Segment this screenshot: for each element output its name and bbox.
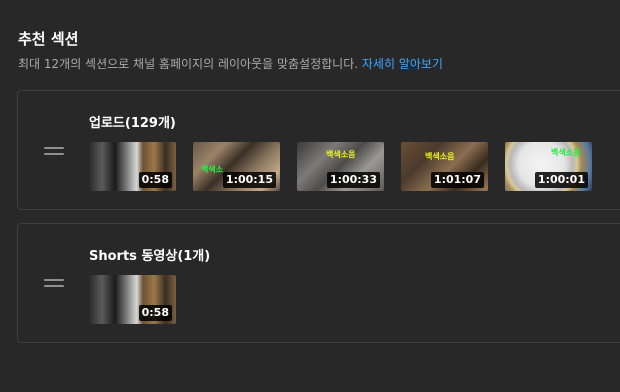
drag-handle-icon[interactable] (44, 147, 64, 159)
section-title: 업로드(129개) (89, 116, 176, 131)
thumbnail-overlay-text: 백색소음 (551, 148, 581, 157)
video-duration: 1:00:33 (326, 172, 380, 188)
page-title: 추천 섹션 (18, 30, 79, 48)
video-duration: 1:00:01 (534, 172, 588, 188)
thumbnail-overlay-text: 백색소음 (425, 152, 455, 161)
drag-handle-icon[interactable] (44, 279, 64, 291)
video-duration: 1:01:07 (430, 172, 484, 188)
section-title: Shorts 동영상(1개) (89, 249, 211, 264)
description-text: 최대 12개의 섹션으로 채널 홈페이지의 레이아웃을 맞춤설정합니다. (18, 57, 362, 71)
section-card-shorts[interactable]: Shorts 동영상(1개) 0:58 (17, 223, 620, 343)
page-description: 최대 12개의 섹션으로 채널 홈페이지의 레이아웃을 맞춤설정합니다. 자세히… (18, 55, 443, 72)
learn-more-link[interactable]: 자세히 알아보기 (362, 57, 443, 71)
video-thumbnail[interactable]: 0:58 (89, 142, 176, 191)
video-thumbnail[interactable]: 백색소 1:00:15 (193, 142, 280, 191)
video-thumbnail[interactable]: 백색소음 1:00:33 (297, 142, 384, 191)
video-duration: 0:58 (138, 305, 172, 321)
video-duration: 1:00:15 (222, 172, 276, 188)
section-card-uploads[interactable]: 업로드(129개) 0:58 백색소 1:00:15 백색소음 1:00:33 … (17, 90, 620, 210)
thumbnail-overlay-text: 백색소 (201, 165, 224, 174)
video-duration: 0:58 (138, 172, 172, 188)
video-thumbnail[interactable]: 백색소음 1:01:07 (401, 142, 488, 191)
video-thumbnail[interactable]: 백색소음 1:00:01 (505, 142, 592, 191)
video-thumbnail[interactable]: 0:58 (89, 275, 176, 324)
thumbnail-overlay-text: 백색소음 (326, 150, 356, 159)
